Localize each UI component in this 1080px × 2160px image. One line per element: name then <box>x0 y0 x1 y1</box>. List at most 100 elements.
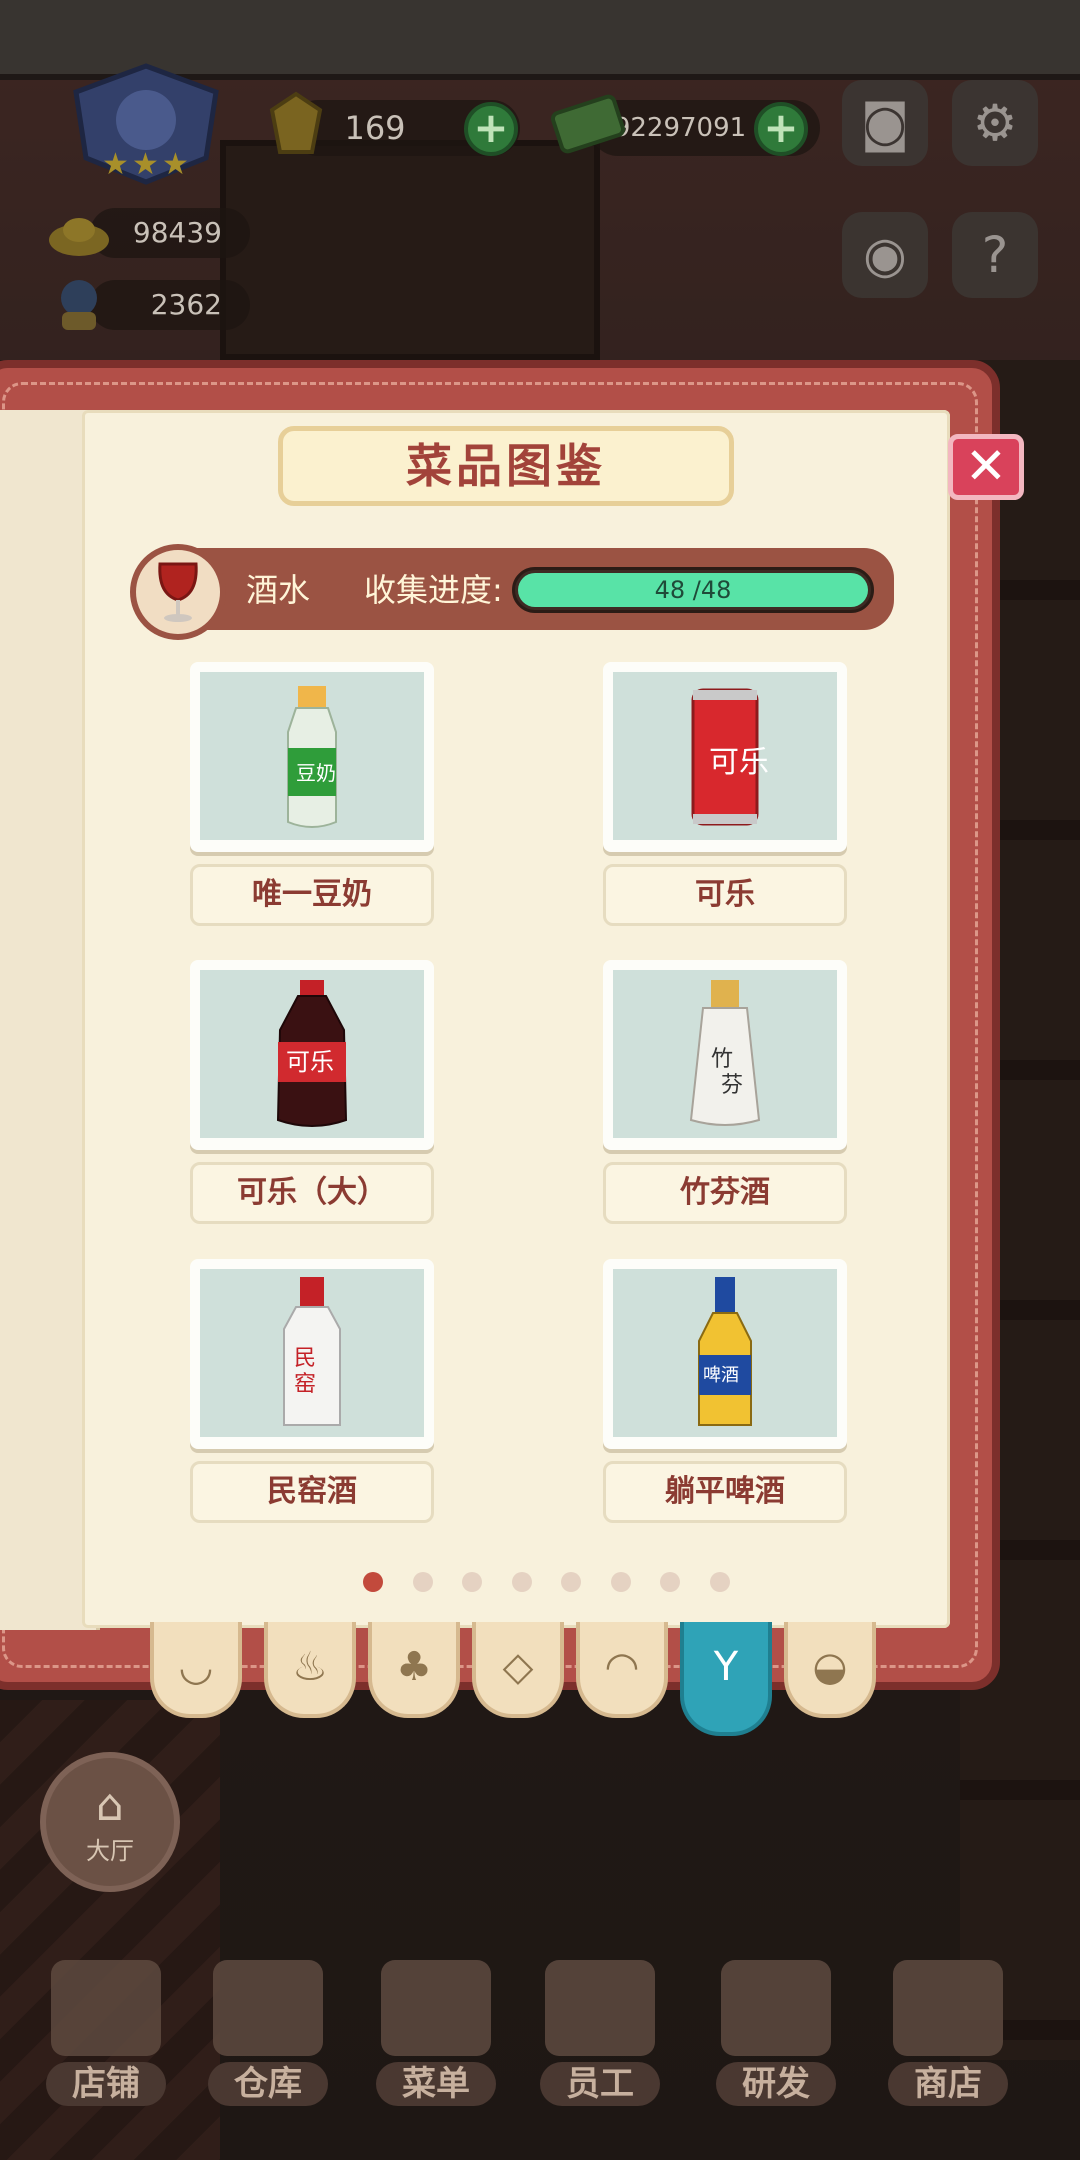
item-card[interactable]: 啤酒 <box>603 1259 847 1449</box>
broccoli-icon: ♣ <box>396 1644 432 1690</box>
item-card[interactable]: 豆奶 <box>190 662 434 852</box>
fish-icon: ◇ <box>502 1644 534 1690</box>
wine-glass-icon: Y <box>713 1644 739 1690</box>
svg-text:★: ★ <box>162 147 189 182</box>
item-image-frame: 豆奶 <box>200 672 424 840</box>
item-name: 可乐 <box>603 864 847 926</box>
svg-text:可乐: 可乐 <box>709 745 769 780</box>
item-card[interactable]: 可乐 <box>603 662 847 852</box>
item-image-frame: 可乐 <box>613 672 837 840</box>
help-book-icon[interactable]: ? <box>952 212 1038 298</box>
tab-bread[interactable]: ◠ <box>576 1622 668 1718</box>
nav-label: 员工 <box>540 2062 660 2106</box>
wok-icon: ◡ <box>178 1644 214 1690</box>
clipboard-icon <box>381 1960 491 2056</box>
hall-button[interactable]: ⌂ 大厅 <box>40 1752 180 1892</box>
nav-staff[interactable]: 员工 <box>540 1960 660 2110</box>
staff-value: 2362 <box>150 288 222 321</box>
item-card[interactable]: 可乐 <box>190 960 434 1150</box>
gem-icon <box>269 91 323 154</box>
page-dot[interactable] <box>512 1572 532 1592</box>
chef-icon <box>61 280 97 330</box>
nav-warehouse[interactable]: 仓库 <box>208 1960 328 2110</box>
nav-shop-front[interactable]: 店铺 <box>46 1960 166 2110</box>
item-name: 躺平啤酒 <box>603 1461 847 1523</box>
tab-fish[interactable]: ◇ <box>472 1622 564 1718</box>
svg-text:可乐: 可乐 <box>286 1048 334 1076</box>
liquor-bottle-icon: 竹 芬 <box>689 980 761 1126</box>
add-gems-button[interactable]: + <box>464 102 518 156</box>
tab-soup[interactable]: ◒ <box>784 1622 876 1718</box>
item-card[interactable]: 竹 芬 <box>603 960 847 1150</box>
nav-store[interactable]: 商店 <box>888 1960 1008 2110</box>
collection-progress-bar: 48 /48 <box>512 567 874 613</box>
nav-menu[interactable]: 菜单 <box>376 1960 496 2110</box>
staff-counter: 2362 <box>90 280 250 330</box>
add-cash-button[interactable]: + <box>754 102 808 156</box>
page-dot[interactable] <box>611 1572 631 1592</box>
item-name: 民窑酒 <box>190 1461 434 1523</box>
item-image-frame: 可乐 <box>200 970 424 1138</box>
progress-label: 收集进度: <box>364 571 503 609</box>
camera-icon[interactable]: ◙ <box>842 80 928 166</box>
page-dot[interactable] <box>561 1572 581 1592</box>
tab-vegetable[interactable]: ♣ <box>368 1622 460 1718</box>
tab-drinks[interactable]: Y <box>680 1622 772 1736</box>
soup-bowl-icon: ◒ <box>812 1644 848 1690</box>
baijiu-bottle-icon: 民 窑 <box>283 1277 341 1426</box>
wok-research-icon <box>721 1960 831 2056</box>
svg-text:豆奶: 豆奶 <box>296 761 336 785</box>
cash-value: 92297091 <box>613 113 747 143</box>
boxes-icon <box>213 1960 323 2056</box>
drumstick-icon: ♨ <box>292 1644 328 1690</box>
gear-icon[interactable]: ⚙ <box>952 80 1038 166</box>
nav-research[interactable]: 研发 <box>716 1960 836 2110</box>
waitress-icon <box>545 1960 655 2056</box>
page-dot[interactable] <box>363 1572 383 1592</box>
modal-title: 菜品图鉴 <box>278 426 734 506</box>
gold-ingot-icon <box>49 218 109 256</box>
soy-milk-bottle-icon: 豆奶 <box>287 686 337 828</box>
item-image-frame: 啤酒 <box>613 1269 837 1437</box>
gold-counter: 98439 <box>90 208 250 258</box>
nav-label: 仓库 <box>208 2062 328 2106</box>
svg-text:民: 民 <box>294 1346 316 1371</box>
tab-wok[interactable]: ◡ <box>150 1622 242 1718</box>
star-badge-icon[interactable]: ★ ★ ★ <box>56 62 236 192</box>
eye-icon[interactable]: ◉ <box>842 212 928 298</box>
store-icon <box>893 1960 1003 2056</box>
item-card[interactable]: 民 窑 <box>190 1259 434 1449</box>
close-button[interactable]: ✕ <box>948 434 1024 500</box>
svg-text:啤酒: 啤酒 <box>703 1365 739 1386</box>
item-name: 唯一豆奶 <box>190 864 434 926</box>
category-emblem <box>130 544 226 640</box>
nav-label: 商店 <box>888 2062 1008 2106</box>
storefront-icon <box>51 1960 161 2056</box>
item-image-frame: 竹 芬 <box>613 970 837 1138</box>
cola-bottle-icon: 可乐 <box>276 980 348 1127</box>
progress-text: 48 /48 <box>654 576 732 604</box>
page-dot[interactable] <box>413 1572 433 1592</box>
cola-can-icon: 可乐 <box>691 688 769 826</box>
nav-label: 店铺 <box>46 2062 166 2106</box>
house-icon: ⌂ <box>96 1780 124 1831</box>
bread-icon: ◠ <box>604 1644 640 1690</box>
item-name: 竹芬酒 <box>603 1162 847 1224</box>
svg-text:芬: 芬 <box>721 1073 743 1098</box>
svg-text:窑: 窑 <box>294 1372 316 1397</box>
category-name: 酒水 <box>246 571 311 609</box>
svg-text:竹: 竹 <box>711 1047 733 1072</box>
tab-meat[interactable]: ♨ <box>264 1622 356 1718</box>
hall-label: 大厅 <box>86 1837 134 1865</box>
gold-value: 98439 <box>132 216 222 249</box>
page-dot[interactable] <box>710 1572 730 1592</box>
item-name: 可乐（大） <box>190 1162 434 1224</box>
beer-bottle-icon: 啤酒 <box>698 1277 752 1426</box>
svg-text:★: ★ <box>102 147 129 182</box>
svg-text:★: ★ <box>132 147 159 182</box>
cash-icon <box>550 94 626 154</box>
page-dot[interactable] <box>660 1572 680 1592</box>
page-dot[interactable] <box>462 1572 482 1592</box>
red-wine-icon <box>158 562 198 622</box>
gem-value: 169 <box>344 109 406 147</box>
